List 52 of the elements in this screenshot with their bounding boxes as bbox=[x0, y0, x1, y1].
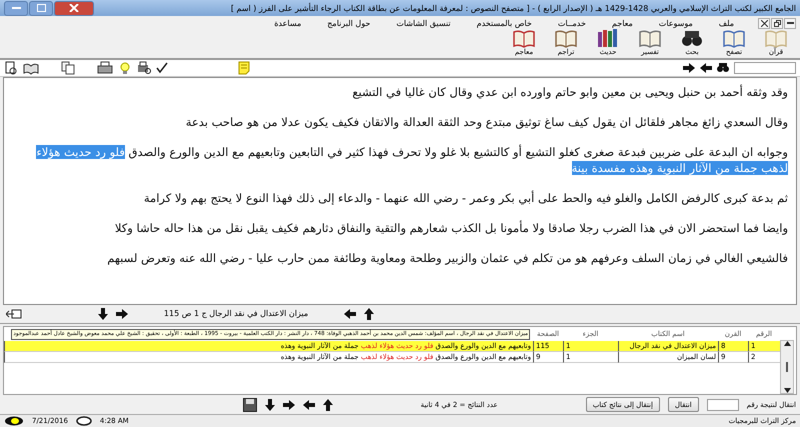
right-arrow-icon[interactable] bbox=[116, 308, 128, 319]
paragraph: وايضا فما استحضر الان في هذا الضرب رجلا صادقا ولا مأمونا بل الكذب شعارهم والتقية والنفاق دثارهم فكيف يقبل نقل من هذا حاله حاشا وكلا bbox=[114, 220, 788, 236]
checkmark-icon[interactable] bbox=[156, 62, 168, 74]
down-arrow-icon[interactable] bbox=[264, 398, 275, 411]
printer-icon[interactable] bbox=[97, 60, 113, 75]
left-arrow-icon[interactable] bbox=[700, 62, 712, 73]
print-preview-icon[interactable] bbox=[137, 60, 151, 75]
menu-item[interactable]: معاجم bbox=[602, 18, 643, 28]
book-location: ميزان الاعتدال في نقد الرجال ج 1 ص 115 bbox=[162, 309, 310, 318]
eye-icon bbox=[4, 416, 24, 426]
close-button[interactable] bbox=[758, 18, 770, 29]
maximize-icon bbox=[36, 4, 46, 12]
up-caret-icon[interactable] bbox=[784, 340, 790, 346]
copy-icon[interactable] bbox=[61, 60, 75, 75]
menu-item[interactable]: خدمــات bbox=[548, 18, 596, 28]
scrollbar[interactable] bbox=[780, 340, 794, 394]
minimize-icon bbox=[786, 22, 794, 24]
search-field[interactable] bbox=[734, 62, 796, 74]
paragraph: وقد وثقه أحمد بن حنبل ويحيى بن معين وابو حاتم واورده ابن عدي وقال كان غاليا في التشيع bbox=[351, 84, 788, 100]
menu-item[interactable]: خاص بالمستخدم bbox=[466, 18, 542, 28]
restore-button[interactable] bbox=[771, 18, 783, 29]
up-arrow-icon[interactable] bbox=[322, 398, 333, 411]
menu-item[interactable]: تنسيق الشاشات bbox=[386, 18, 461, 28]
close-icon bbox=[760, 20, 768, 27]
paragraph: ثم بدعة كبرى كالرفض الكامل والغلو فيه والحط على أبي بكر وعمر - رضي الله عنهما - والدعاء إلى ذلك فهذا النوع لا يحتج بهم ولا كرامة bbox=[142, 190, 788, 206]
paragraph: وقال السعدي زائغ مجاهر فلقائل ان يقول كيف ساغ توثيق مبتدع وحد الثقة العدالة والاتقان فكيف يكون عدلا من هو صاحب بدعة bbox=[184, 114, 788, 130]
lightbulb-icon[interactable] bbox=[118, 60, 132, 75]
binoculars-icon[interactable] bbox=[717, 62, 729, 74]
right-arrow-icon[interactable] bbox=[683, 62, 695, 73]
down-arrow-icon[interactable] bbox=[98, 308, 108, 320]
restore-icon bbox=[774, 20, 780, 27]
menu-item[interactable]: حول البرنامج bbox=[317, 18, 380, 28]
menu-item[interactable]: موسوعات bbox=[648, 18, 703, 28]
save-icon[interactable] bbox=[242, 398, 257, 412]
maximize-button[interactable] bbox=[29, 0, 53, 16]
menu-item[interactable]: مساعدة bbox=[264, 18, 312, 28]
page-search-icon[interactable] bbox=[4, 60, 18, 75]
down-caret-icon[interactable] bbox=[784, 388, 790, 393]
close-icon bbox=[69, 4, 79, 12]
open-book-icon[interactable] bbox=[23, 60, 39, 75]
up-arrow-icon[interactable] bbox=[364, 308, 374, 320]
menu-item[interactable]: ملف bbox=[708, 18, 744, 28]
left-arrow-icon[interactable] bbox=[344, 308, 356, 319]
result-number-field[interactable] bbox=[706, 398, 739, 411]
minimize-button[interactable] bbox=[784, 18, 796, 29]
window-title: الجامع الكبير لكتب التراث الإسلامي والعربي 1428-1429 هـ ( الإصدار الرابع ) - [ متصفح النصوص : لمعرفة المعلومات عن بطاقة الكتاب الرجاء التأشير على الفرز ( اسم ] bbox=[230, 4, 796, 13]
paragraph: فالشيعي الغالي في زمان السلف وعرفهم هو من تكلم في عثمان والزبير وطلحة ومعاوية وطائفة ممن حارب عليا - رضي الله عنه وتعرض لسبهم bbox=[106, 250, 788, 266]
left-arrow-icon[interactable] bbox=[302, 400, 315, 410]
right-arrow-icon[interactable] bbox=[282, 400, 295, 410]
paragraph: وجوابه ان البدعة على ضربين فبدعة صغرى كغلو التشيع أو كالتشيع بلا غلو ولا تحرف فهذا كثير في التابعين وتابعيهم مع الدين والورع والصدق فلو رد حديث هؤلاء لذهب جملة من الآثار النبوية وهذه مفسدة بينة bbox=[35, 144, 788, 176]
note-icon[interactable] bbox=[238, 60, 250, 75]
exit-icon[interactable] bbox=[6, 308, 22, 319]
